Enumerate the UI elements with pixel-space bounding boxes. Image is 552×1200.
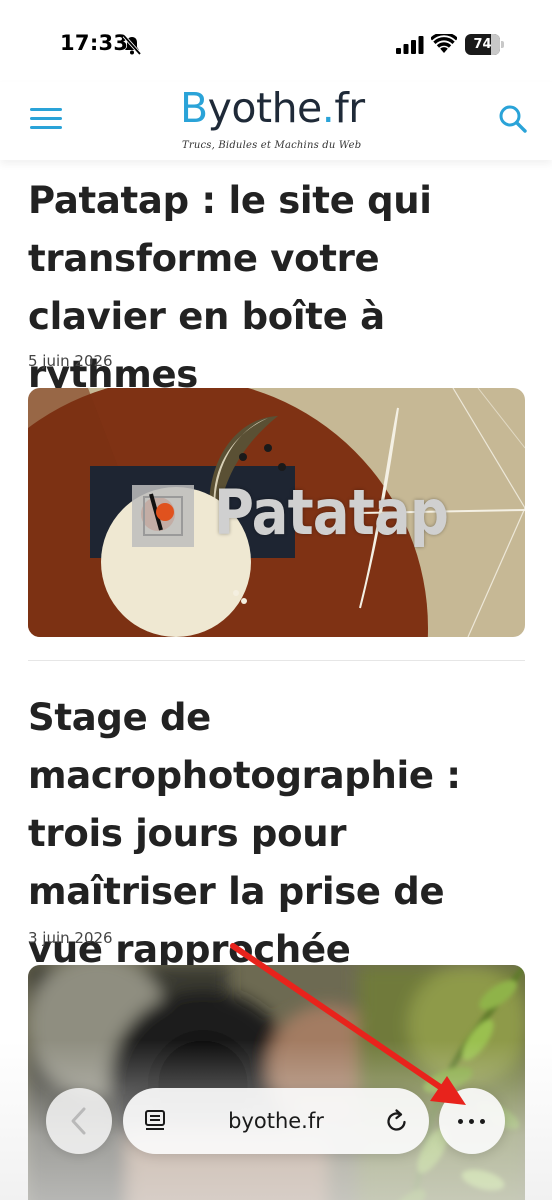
thumbnail-overlay-text: Patatap: [214, 476, 449, 549]
more-dots-icon: [480, 1119, 485, 1124]
hamburger-icon-bar: [30, 126, 62, 129]
bell-slash-icon: [122, 34, 142, 56]
status-bar: 17:33 74: [0, 0, 552, 88]
battery-nub: [501, 41, 504, 48]
article-date: 3 juin 2026: [28, 929, 113, 947]
menu-button[interactable]: [28, 104, 64, 134]
article-date: 5 juin 2026: [28, 352, 113, 370]
site-header: Byothe.fr Trucs, Bidules et Machins du W…: [0, 82, 552, 160]
more-dots-icon: [458, 1119, 463, 1124]
more-options-button[interactable]: [439, 1088, 505, 1154]
wifi-icon: [431, 34, 457, 53]
page-menu-icon[interactable]: [143, 1108, 169, 1134]
logo-tld: fr: [334, 84, 365, 132]
article-thumbnail[interactable]: Patatap: [28, 388, 525, 637]
status-time: 17:33: [60, 31, 129, 55]
cellular-signal-icon: [396, 36, 424, 54]
battery-indicator: 74: [465, 34, 505, 55]
hamburger-icon-bar: [30, 117, 62, 120]
reload-icon[interactable]: [383, 1107, 411, 1135]
more-dots-icon: [469, 1119, 474, 1124]
site-logo[interactable]: Byothe.fr Trucs, Bidules et Machins du W…: [176, 84, 376, 156]
chevron-left-icon: [71, 1107, 86, 1135]
address-bar[interactable]: byothe.fr: [123, 1088, 429, 1154]
logo-tagline: Trucs, Bidules et Machins du Web: [182, 140, 362, 151]
back-button[interactable]: [46, 1088, 112, 1154]
article-divider: [28, 660, 525, 661]
logo-letter: B: [180, 84, 208, 132]
logo-wordmark: Byothe.fr: [180, 84, 365, 132]
logo-name: yothe: [207, 84, 323, 132]
url-text[interactable]: byothe.fr: [183, 1088, 369, 1154]
search-icon[interactable]: [496, 102, 530, 136]
logo-dot: .: [321, 84, 335, 132]
battery-body: 74: [465, 34, 500, 55]
hamburger-icon-bar: [30, 108, 62, 111]
battery-level: 74: [473, 37, 492, 52]
